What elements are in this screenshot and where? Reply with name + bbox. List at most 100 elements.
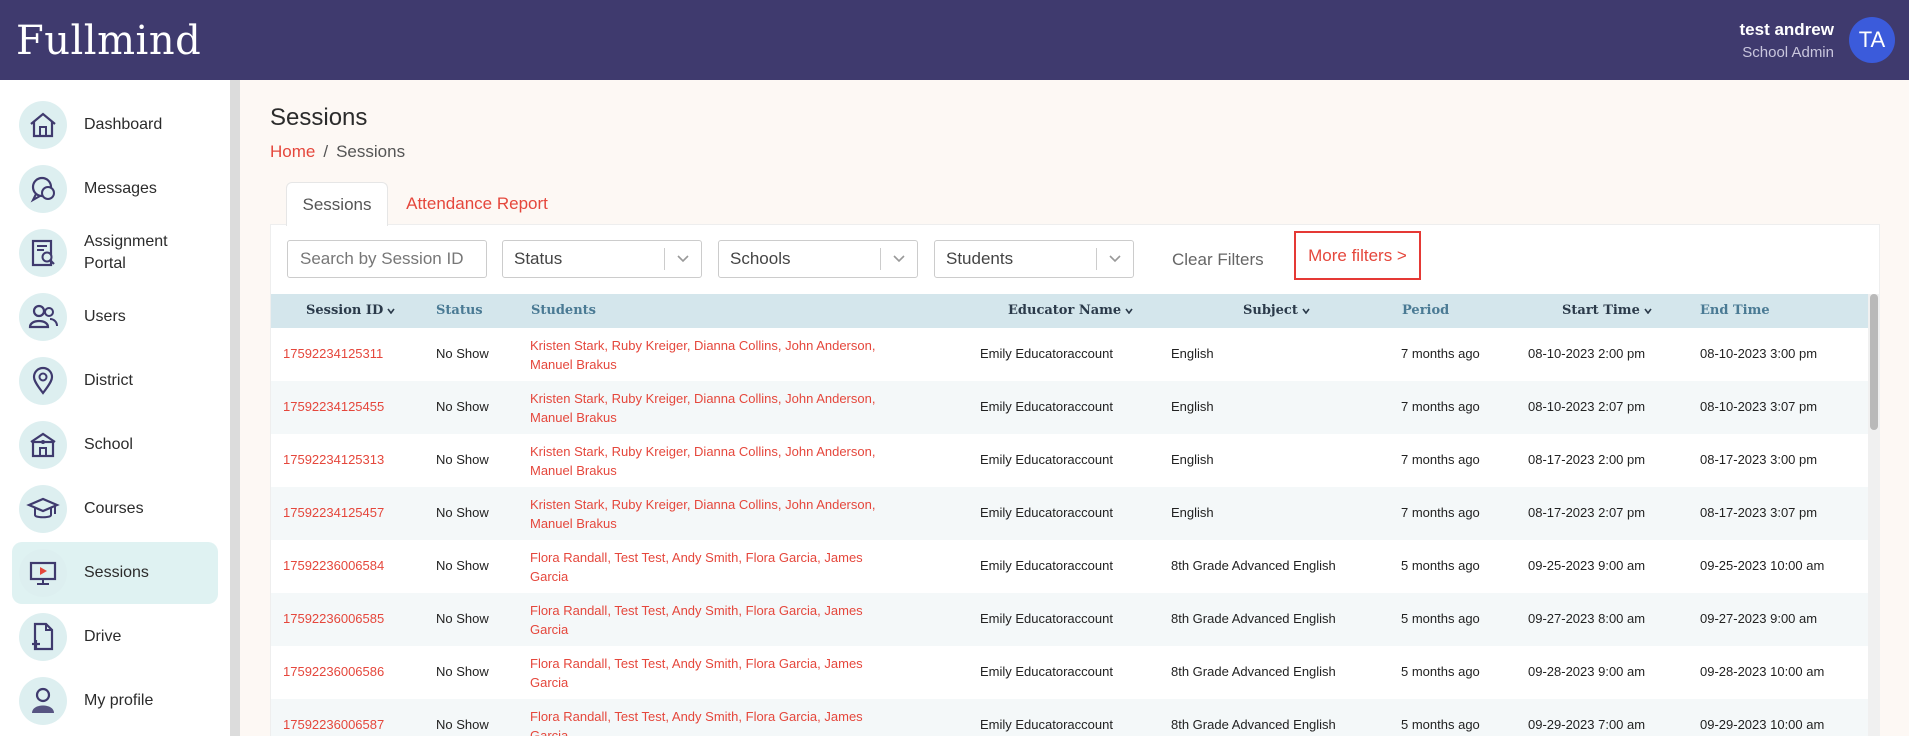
session-id-link[interactable]: 17592234125313 — [283, 452, 384, 467]
student-link[interactable]: Kristen Stark — [530, 497, 604, 512]
column-header-start-time[interactable]: Start Time — [1562, 294, 1652, 328]
session-id-link[interactable]: 17592236006586 — [283, 664, 384, 679]
sidebar-item-district[interactable]: District — [12, 350, 218, 412]
sidebar-item-sessions[interactable]: Sessions — [12, 542, 218, 604]
subject-cell: English — [1171, 399, 1214, 414]
student-link[interactable]: Flora Garcia — [746, 656, 818, 671]
student-link[interactable]: Flora Randall — [530, 550, 607, 565]
student-link[interactable]: Kristen Stark — [530, 391, 604, 406]
student-link[interactable]: Ruby Kreiger — [612, 391, 687, 406]
student-link[interactable]: Test Test — [614, 550, 665, 565]
period-cell: 5 months ago — [1401, 611, 1480, 626]
sort-caret-icon — [1125, 308, 1133, 314]
tab-attendance-report[interactable]: Attendance Report — [400, 182, 554, 226]
student-link[interactable]: Andy Smith — [672, 603, 738, 618]
student-link[interactable]: Flora Randall — [530, 603, 607, 618]
sidebar-item-messages[interactable]: Messages — [12, 158, 218, 220]
sidebar-item-drive[interactable]: Drive — [12, 606, 218, 668]
column-header-session-id[interactable]: Session ID — [306, 294, 395, 328]
student-link[interactable]: Manuel Brakus — [530, 516, 617, 531]
student-link[interactable]: John Anderson — [785, 338, 872, 353]
student-link[interactable]: Flora Randall — [530, 656, 607, 671]
status-cell: No Show — [436, 452, 489, 467]
student-link[interactable]: Flora Randall — [530, 709, 607, 724]
sidebar-item-assignment-portal[interactable]: Assignment Portal — [12, 222, 218, 284]
clear-filters-button[interactable]: Clear Filters — [1172, 250, 1264, 270]
start-time-cell: 08-10-2023 2:07 pm — [1528, 399, 1646, 414]
student-link[interactable]: Ruby Kreiger — [612, 338, 687, 353]
sidebar-item-school[interactable]: School — [12, 414, 218, 476]
student-link[interactable]: Dianna Collins — [694, 444, 778, 459]
student-link[interactable]: John Anderson — [785, 497, 872, 512]
student-link[interactable]: Andy Smith — [672, 656, 738, 671]
students-cell: Kristen Stark, Ruby Kreiger, Dianna Coll… — [530, 391, 876, 425]
monitor-play-icon — [19, 549, 67, 597]
student-link[interactable]: Kristen Stark — [530, 444, 604, 459]
sidebar-item-my-profile[interactable]: My profile — [12, 670, 218, 732]
sidebar: Dashboard Messages Assignment Portal Use… — [0, 80, 240, 736]
student-link[interactable]: John Anderson — [785, 391, 872, 406]
student-link[interactable]: Dianna Collins — [694, 391, 778, 406]
student-link[interactable]: Manuel Brakus — [530, 357, 617, 372]
student-link[interactable]: Ruby Kreiger — [612, 444, 687, 459]
subject-cell: English — [1171, 452, 1214, 467]
student-link[interactable]: Flora Garcia — [746, 709, 818, 724]
session-id-link[interactable]: 17592236006587 — [283, 717, 384, 732]
students-filter-label: Students — [946, 249, 1014, 268]
student-link[interactable]: Dianna Collins — [694, 497, 778, 512]
student-link[interactable]: Flora Garcia — [746, 603, 818, 618]
student-link[interactable]: Kristen Stark — [530, 338, 604, 353]
user-info[interactable]: test andrew School Admin — [1740, 20, 1834, 61]
session-id-link[interactable]: 17592234125311 — [283, 346, 383, 361]
student-link[interactable]: Test Test — [614, 603, 665, 618]
student-link[interactable]: Test Test — [614, 656, 665, 671]
breadcrumb-home-link[interactable]: Home — [270, 142, 315, 161]
student-link[interactable]: Test Test — [614, 709, 665, 724]
sidebar-item-label: Sessions — [84, 564, 149, 581]
session-id-search-input[interactable] — [287, 240, 487, 278]
session-id-link[interactable]: 17592236006584 — [283, 558, 384, 573]
subject-cell: 8th Grade Advanced English — [1171, 717, 1336, 732]
session-id-link[interactable]: 17592234125455 — [283, 399, 384, 414]
sidebar-item-dashboard[interactable]: Dashboard — [12, 94, 218, 156]
users-icon — [19, 293, 67, 341]
sidebar-item-courses[interactable]: Courses — [12, 478, 218, 540]
top-bar: Fullmind test andrew School Admin TA — [0, 0, 1909, 80]
table-scrollbar-thumb[interactable] — [1870, 294, 1878, 430]
student-link[interactable]: Flora Garcia — [746, 550, 818, 565]
table-scrollbar[interactable] — [1868, 294, 1880, 736]
status-filter-label: Status — [514, 249, 563, 268]
start-time-cell: 08-10-2023 2:00 pm — [1528, 346, 1646, 361]
student-link[interactable]: Ruby Kreiger — [612, 497, 687, 512]
status-filter-select[interactable]: Status — [502, 240, 702, 278]
student-link[interactable]: Manuel Brakus — [530, 463, 617, 478]
column-header-educator-name[interactable]: Educator Name — [1008, 294, 1133, 328]
home-icon — [19, 101, 67, 149]
session-id-link[interactable]: 17592236006585 — [283, 611, 384, 626]
schools-filter-label: Schools — [730, 249, 791, 268]
educator-cell: Emily Educatoraccount — [980, 399, 1113, 414]
avatar[interactable]: TA — [1849, 17, 1895, 63]
students-filter-select[interactable]: Students — [934, 240, 1134, 278]
student-link[interactable]: Andy Smith — [672, 709, 738, 724]
sidebar-item-label: District — [84, 372, 133, 389]
subject-cell: English — [1171, 505, 1214, 520]
start-time-cell: 08-17-2023 2:00 pm — [1528, 452, 1646, 467]
table-row: 17592236006585 No Show Emily Educatoraccou… — [271, 593, 1868, 646]
column-header-subject[interactable]: Subject — [1243, 294, 1310, 328]
table-row: 17592236006584 No Show Emily Educatoraccou… — [271, 540, 1868, 593]
sidebar-item-users[interactable]: Users — [12, 286, 218, 348]
more-filters-button[interactable]: More filters > — [1294, 231, 1421, 280]
tab-sessions[interactable]: Sessions — [286, 182, 388, 226]
student-link[interactable]: Dianna Collins — [694, 338, 778, 353]
schools-filter-select[interactable]: Schools — [718, 240, 918, 278]
student-link[interactable]: Manuel Brakus — [530, 410, 617, 425]
app-logo[interactable]: Fullmind — [16, 18, 201, 64]
student-link[interactable]: Andy Smith — [672, 550, 738, 565]
period-cell: 7 months ago — [1401, 346, 1480, 361]
sidebar-scrollbar[interactable] — [230, 80, 240, 736]
sort-caret-icon — [1302, 308, 1310, 314]
page-title: Sessions — [270, 104, 368, 131]
session-id-link[interactable]: 17592234125457 — [283, 505, 384, 520]
student-link[interactable]: John Anderson — [785, 444, 872, 459]
